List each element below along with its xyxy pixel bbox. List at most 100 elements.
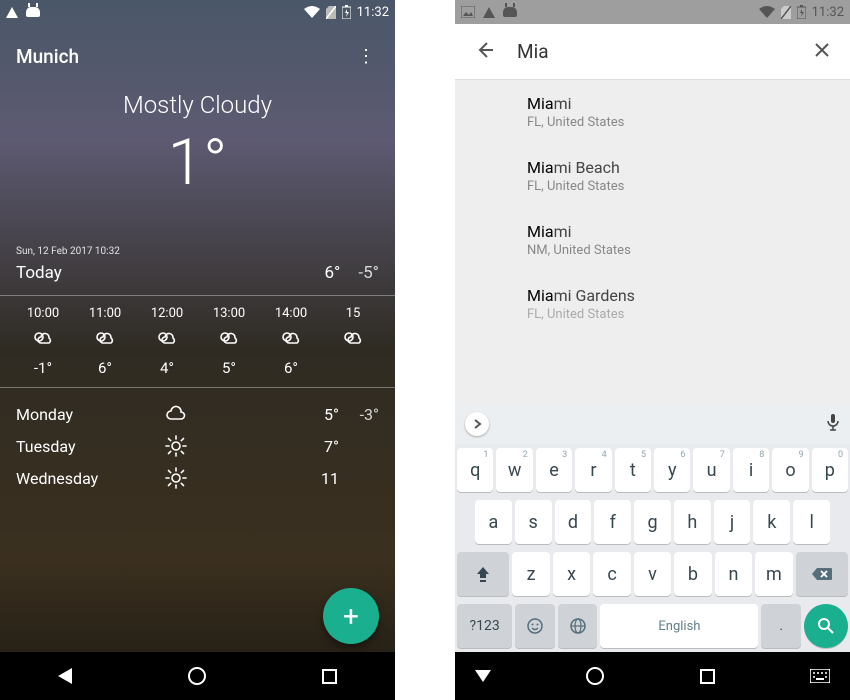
hour-cell: 14:00 6° [260,306,322,377]
nav-home-button[interactable] [586,667,604,685]
hour-cell: 10:00 -1° [12,306,74,377]
result-sub: FL, United States [527,179,834,194]
day-high: 5° [299,405,339,424]
search-result[interactable]: Miami NM, United States [455,208,850,272]
status-clock: 11:32 [357,5,389,20]
hour-temp: -1° [12,359,74,377]
key-h[interactable]: h [674,500,711,544]
result-sub: FL, United States [527,115,834,130]
key-j[interactable]: j [714,500,751,544]
clear-button[interactable] [806,34,838,70]
battery-charging-icon [342,5,351,19]
sun-icon [146,466,206,490]
battery-charging-icon [797,5,806,19]
hour-time: 14:00 [260,306,322,321]
key-search[interactable] [804,604,848,648]
result-sub: FL, United States [527,307,834,322]
key-i[interactable]: i8 [733,448,769,492]
key-shift[interactable] [457,552,509,596]
key-v[interactable]: v [634,552,671,596]
hour-time: 11:00 [74,306,136,321]
key-language[interactable] [558,604,598,648]
key-t[interactable]: t5 [615,448,651,492]
key-l[interactable]: l [793,500,830,544]
key-switch-symbols[interactable]: ?123 [457,604,512,648]
key-d[interactable]: d [555,500,592,544]
result-name: Miami Gardens [527,286,834,305]
key-g[interactable]: g [634,500,671,544]
status-bar: 11:32 [455,0,850,24]
search-input[interactable]: Mia [503,40,806,63]
nav-back-button[interactable] [475,670,491,682]
hour-time: 12:00 [136,306,198,321]
key-m[interactable]: m [755,552,792,596]
add-location-fab[interactable]: + [323,588,379,644]
cloud-icon [146,402,206,426]
key-r[interactable]: r4 [575,448,611,492]
hour-time: 15 [322,306,384,321]
key-z[interactable]: z [512,552,549,596]
keyboard: q1w2e3r4t5y6u7i8o9p0 asdfghjkl zxcvbnm ?… [455,404,850,652]
nav-back-button[interactable] [58,668,72,684]
overflow-menu-button[interactable]: ⋮ [353,42,379,71]
search-results: Miami FL, United StatesMiami Beach FL, U… [455,80,850,404]
search-result[interactable]: Miami Beach FL, United States [455,144,850,208]
hour-temp: 6° [260,359,322,377]
hour-temp: 6° [74,359,136,377]
daily-row: Wednesday 11 [16,462,379,494]
today-low: -5° [358,263,379,283]
daily-forecast: Monday 5° -3°Tuesday 7° Wednesday 11 [0,388,395,494]
today-label: Today [16,263,62,283]
nav-recents-button[interactable] [700,669,715,684]
partly-cloudy-icon [198,329,260,351]
result-name: Miami Beach [527,158,834,177]
back-button[interactable] [467,32,503,72]
partly-cloudy-icon [322,329,384,351]
today-summary: Sun, 12 Feb 2017 10:32 Today 6° -5° [0,240,395,296]
nav-home-button[interactable] [188,667,206,685]
key-x[interactable]: x [553,552,590,596]
key-b[interactable]: b [674,552,711,596]
wifi-icon [759,6,775,18]
day-name: Monday [16,405,146,424]
partly-cloudy-icon [12,329,74,351]
datetime-label: Sun, 12 Feb 2017 10:32 [16,246,379,257]
key-o[interactable]: o9 [772,448,808,492]
hour-cell: 13:00 5° [198,306,260,377]
key-emoji[interactable] [515,604,555,648]
nav-bar [455,652,850,700]
partly-cloudy-icon [136,329,198,351]
key-y[interactable]: y6 [654,448,690,492]
key-k[interactable]: k [753,500,790,544]
hour-time: 13:00 [198,306,260,321]
key-backspace[interactable] [796,552,848,596]
hour-cell: 12:00 4° [136,306,198,377]
key-u[interactable]: u7 [693,448,729,492]
search-result[interactable]: Miami FL, United States [455,80,850,144]
key-a[interactable]: a [475,500,512,544]
key-c[interactable]: c [593,552,630,596]
key-p[interactable]: p0 [812,448,848,492]
search-result[interactable]: Miami Gardens FL, United States [455,272,850,324]
key-q[interactable]: q1 [457,448,493,492]
day-high: 7° [299,437,339,456]
keyboard-switch-icon[interactable] [810,669,830,683]
expand-suggestions-button[interactable] [465,412,489,436]
key-period[interactable]: . [761,604,801,648]
sun-icon [146,434,206,458]
android-icon [503,7,517,17]
key-s[interactable]: s [515,500,552,544]
key-f[interactable]: f [594,500,631,544]
current-weather: Mostly Cloudy 1° [0,81,395,240]
key-n[interactable]: n [715,552,752,596]
search-screen: 11:32 Mia Miami FL, United StatesMiami B… [455,0,850,700]
key-w[interactable]: w2 [496,448,532,492]
hourly-forecast[interactable]: 10:00 -1°11:00 6°12:00 4°13:00 5°14:00 6… [0,296,395,388]
nav-recents-button[interactable] [322,669,337,684]
voice-input-button[interactable] [826,413,840,435]
partly-cloudy-icon [74,329,136,351]
hour-time: 10:00 [12,306,74,321]
search-bar: Mia [455,24,850,80]
key-e[interactable]: e3 [536,448,572,492]
key-space[interactable]: English [600,604,758,648]
